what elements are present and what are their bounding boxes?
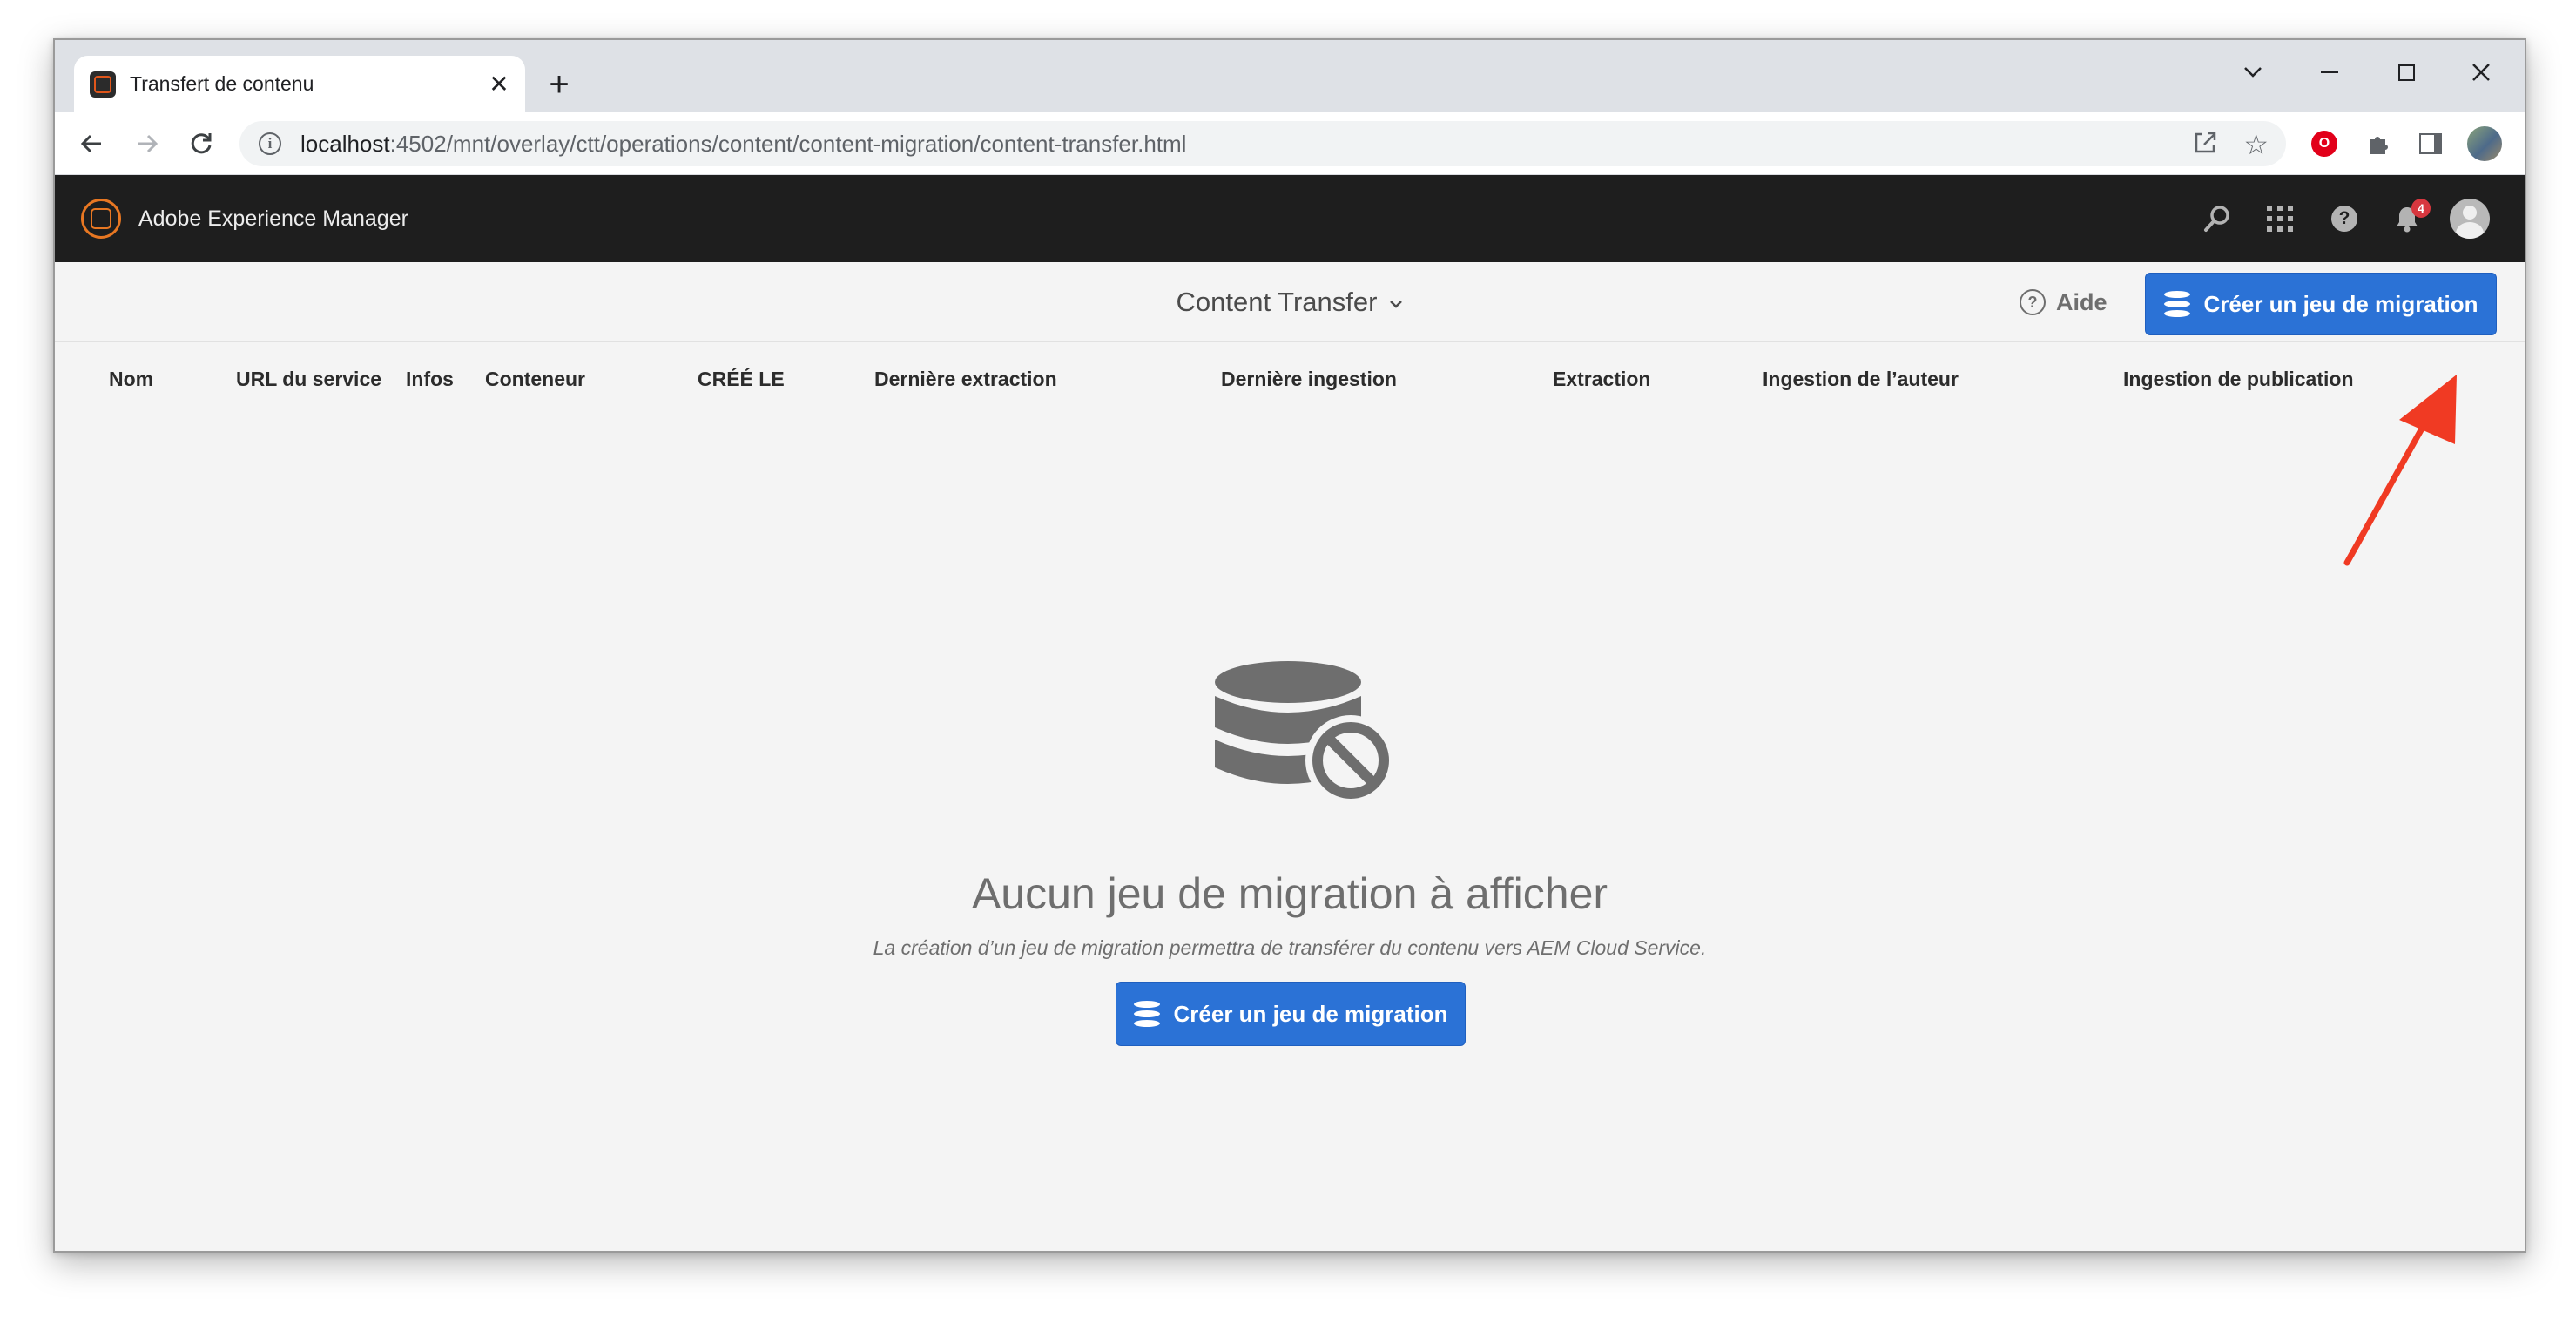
tab-strip: Transfert de contenu ✕ + [55,40,2525,112]
action-bar: Content Transfer ? Aide Créer un jeu de … [55,262,2525,342]
aem-favicon-icon [90,71,116,98]
help-icon[interactable]: ? [2324,199,2364,239]
user-avatar[interactable] [2450,199,2490,239]
profile-avatar[interactable] [2465,125,2504,163]
create-migration-label: Créer un jeu de migration [1173,1000,1448,1027]
url-path: :4502/mnt/overlay/ctt/operations/content… [389,130,1187,157]
column-header-service-url[interactable]: URL du service [236,342,381,415]
tab-close-icon[interactable]: ✕ [482,67,516,102]
create-migration-set-button-center[interactable]: Créer un jeu de migration [1116,982,1466,1046]
notifications-bell-icon[interactable]: 4 [2387,199,2431,239]
solutions-grid-icon[interactable] [2260,199,2300,239]
notification-count-badge: 4 [2411,199,2431,218]
column-header-container[interactable]: Conteneur [485,342,585,415]
browser-toolbar: i localhost:4502/mnt/overlay/ctt/operati… [55,112,2525,175]
create-migration-set-button[interactable]: Créer un jeu de migration [2145,273,2497,335]
info-icon[interactable]: i [259,132,281,155]
window-close-icon[interactable] [2455,52,2507,92]
empty-state: Aucun jeu de migration à afficher La cré… [55,415,2525,1251]
database-icon [1133,1001,1160,1027]
column-header-last-extraction[interactable]: Dernière extraction [874,342,1057,415]
table-header: Nom URL du service Infos Conteneur CRÉÉ … [55,342,2525,415]
maximize-icon[interactable] [2380,52,2432,92]
search-icon[interactable] [2197,199,2237,239]
page-title[interactable]: Content Transfer [1177,287,1378,318]
share-icon[interactable] [2192,130,2218,162]
back-arrow-icon[interactable] [72,125,111,163]
reload-icon[interactable] [182,125,220,163]
address-bar[interactable]: i localhost:4502/mnt/overlay/ctt/operati… [239,121,2286,166]
column-header-name[interactable]: Nom [109,342,153,415]
help-circle-icon: ? [2020,289,2046,315]
extension-badge: O [2311,131,2337,157]
column-header-author-ingestion[interactable]: Ingestion de l’auteur [1763,342,1959,415]
product-name[interactable]: Adobe Experience Manager [138,206,408,232]
star-icon[interactable]: ☆ [2243,128,2269,161]
url-host: localhost [300,130,390,157]
browser-window: Transfert de contenu ✕ + i localhost:450… [53,38,2526,1253]
puzzle-icon[interactable] [2359,125,2397,163]
column-header-info[interactable]: Infos [406,342,454,415]
chevron-down-icon[interactable] [1389,291,1403,314]
help-label: Aide [2056,288,2107,315]
column-header-publish-ingestion[interactable]: Ingestion de publication [2123,342,2354,415]
browser-tab[interactable]: Transfert de contenu ✕ [74,56,525,112]
minimize-icon[interactable] [2303,52,2356,92]
column-header-created[interactable]: CRÉÉ LE [698,342,785,415]
kebab-menu-icon[interactable] [2519,125,2525,163]
column-header-last-ingestion[interactable]: Dernière ingestion [1221,342,1397,415]
new-tab-button[interactable]: + [539,64,579,105]
create-migration-label: Créer un jeu de migration [2203,290,2478,317]
url-text[interactable]: localhost:4502/mnt/overlay/ctt/operation… [300,131,1186,158]
empty-state-description: La création d’un jeu de migration permet… [873,936,1707,959]
forward-arrow-icon[interactable] [128,125,166,163]
help-glyph: ? [2331,206,2357,232]
adblock-extension-icon[interactable]: O [2305,125,2343,163]
tab-title: Transfert de contenu [130,72,314,95]
aem-shell-header: Adobe Experience Manager ? 4 [55,175,2525,262]
column-header-extraction[interactable]: Extraction [1553,342,1650,415]
tab-search-chevron-icon[interactable] [2227,52,2279,92]
database-disabled-icon [1215,661,1396,806]
side-panel-icon[interactable] [2411,125,2450,163]
database-icon [2163,291,2190,317]
aem-logo-icon[interactable] [81,199,121,239]
empty-state-heading: Aucun jeu de migration à afficher [971,869,1608,918]
help-link[interactable]: ? Aide [2020,283,2107,321]
